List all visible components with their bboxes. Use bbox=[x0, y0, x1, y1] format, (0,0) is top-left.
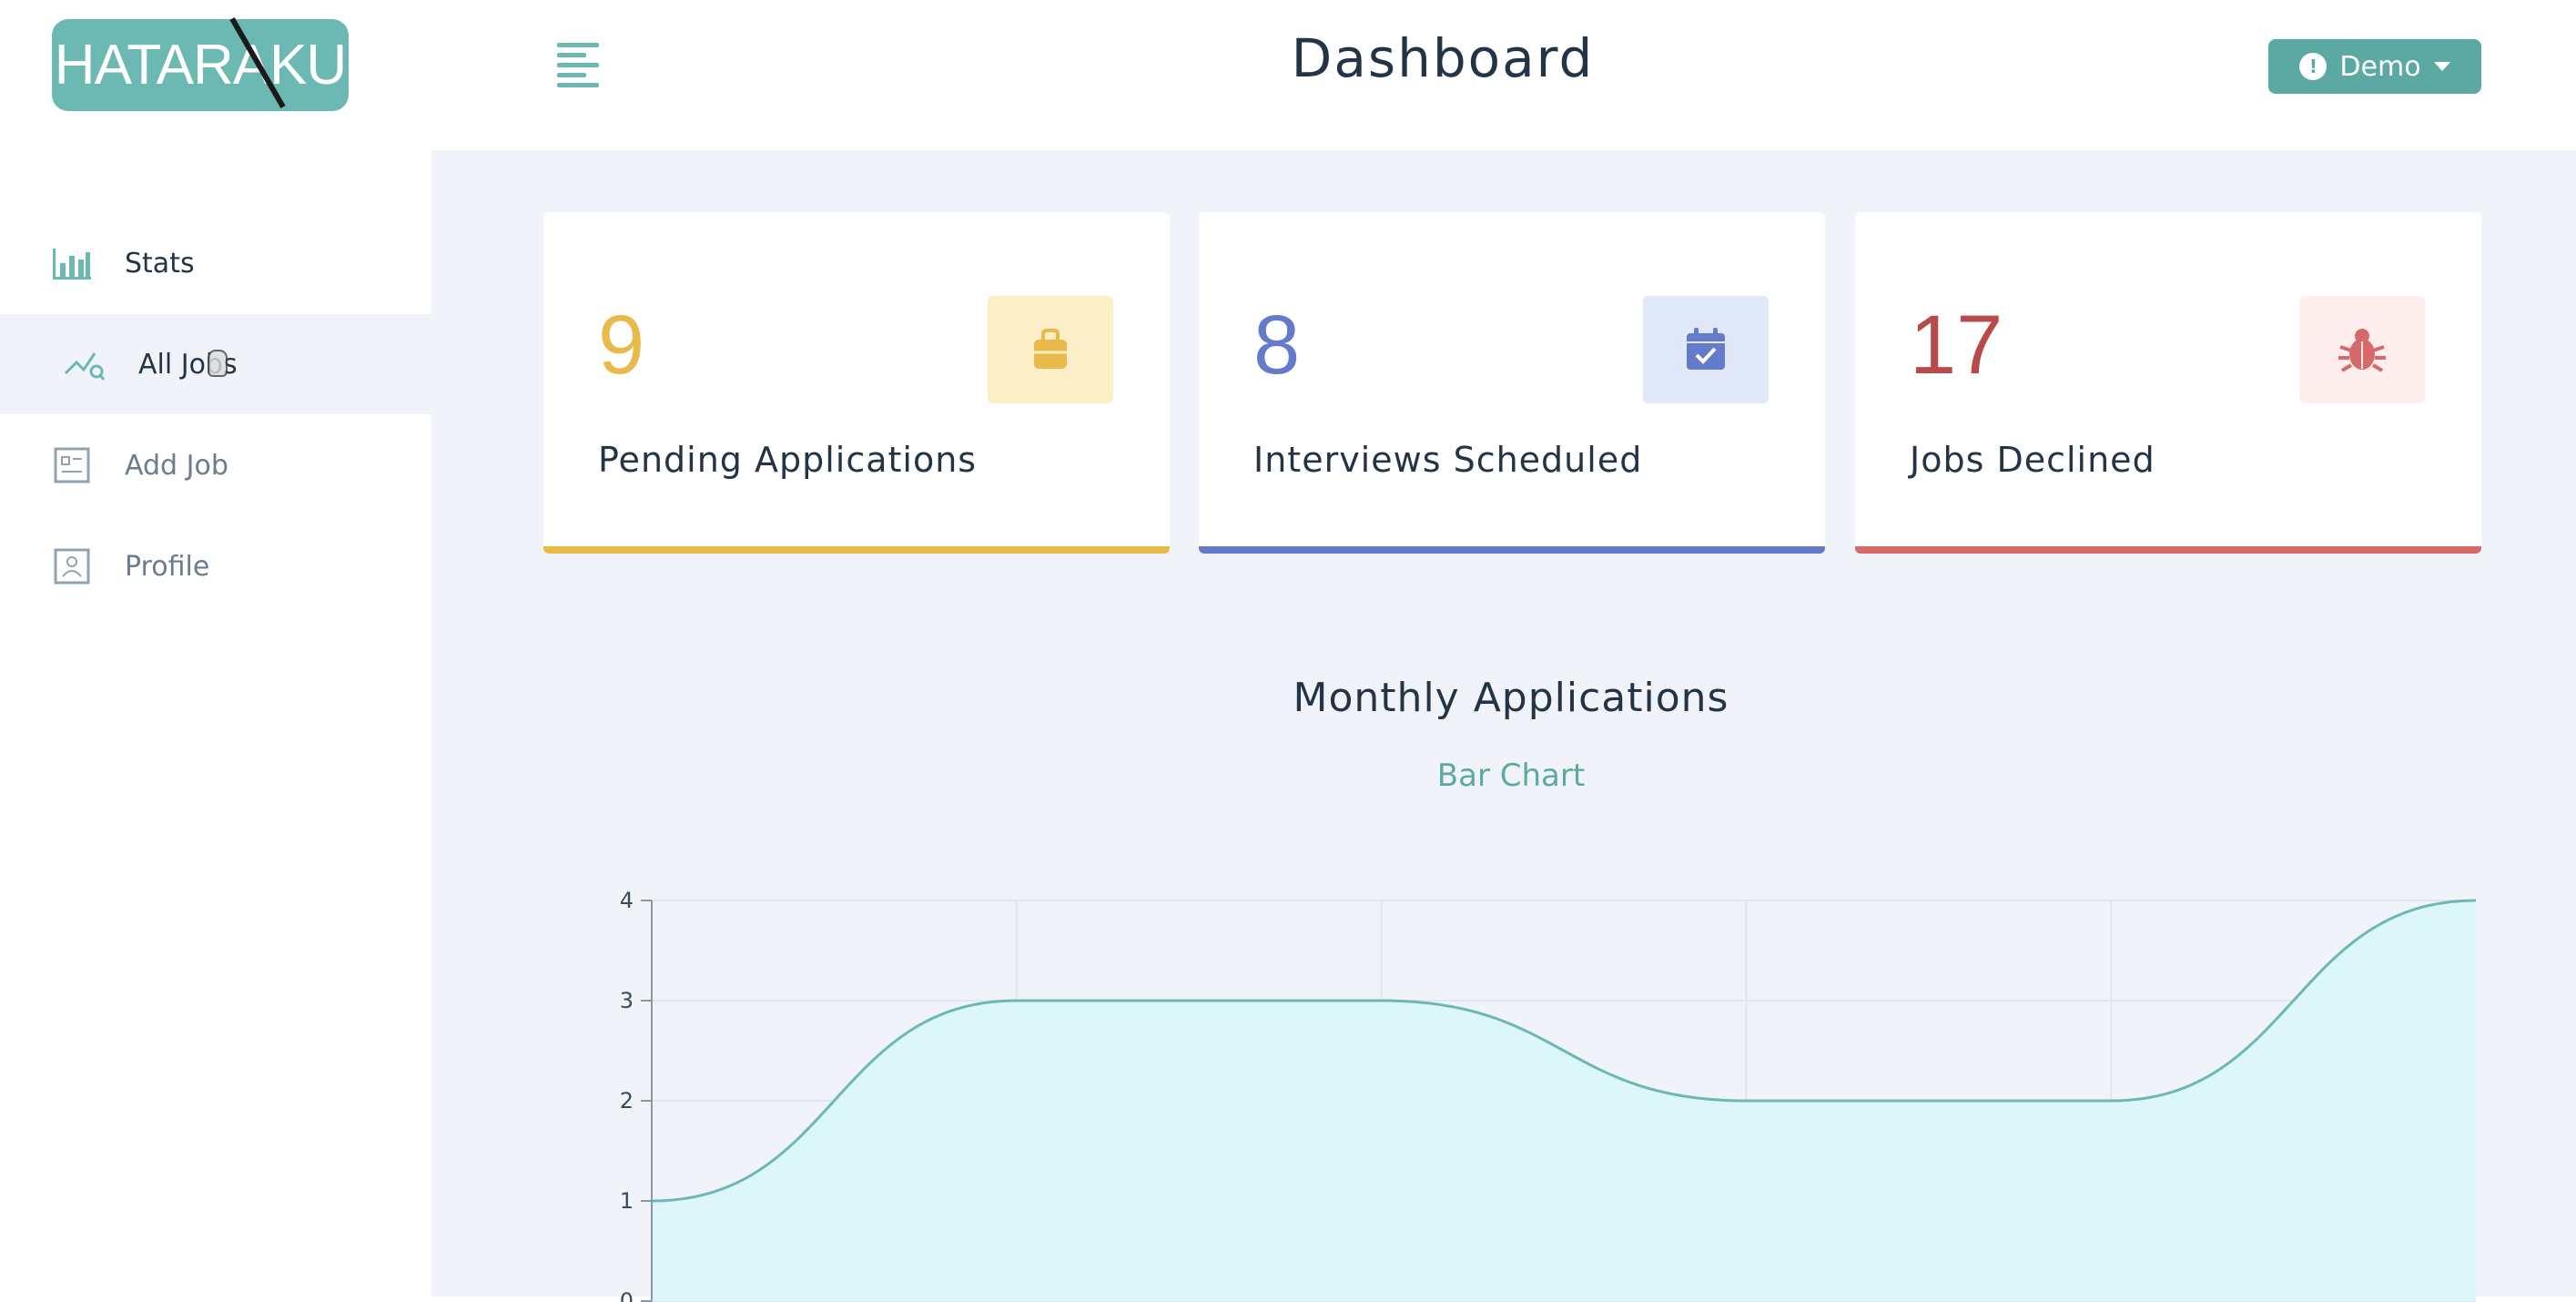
y-tick-label: 3 bbox=[620, 988, 634, 1013]
stat-label: Pending Applications bbox=[598, 440, 978, 480]
sidebar-item-stats[interactable]: Stats bbox=[0, 213, 431, 313]
sidebar-item-label: Profile bbox=[125, 550, 210, 583]
sidebar-item-all-jobs[interactable]: All Jobs bbox=[0, 314, 431, 414]
form-icon bbox=[51, 444, 93, 486]
sidebar: Stats All Jobs Add Job Profile bbox=[0, 150, 431, 1297]
menu-icon-line bbox=[557, 43, 599, 47]
y-tick-label: 0 bbox=[620, 1288, 634, 1302]
y-tick-label: 4 bbox=[620, 888, 634, 913]
sidebar-item-profile[interactable]: Profile bbox=[0, 516, 431, 616]
logo[interactable]: HATARAKU bbox=[52, 17, 349, 111]
sidebar-toggle-button[interactable] bbox=[557, 43, 606, 88]
stat-count: 17 bbox=[1910, 299, 2003, 392]
stat-count: 9 bbox=[598, 299, 645, 392]
menu-icon-line bbox=[557, 73, 586, 77]
sidebar-item-label: Stats bbox=[125, 247, 195, 280]
page-title: Dashboard bbox=[1291, 27, 1595, 89]
stat-accent-bar bbox=[1855, 546, 2481, 554]
menu-icon-line bbox=[557, 63, 599, 67]
stat-card-interviews: 8 Interviews Scheduled bbox=[1199, 212, 1825, 554]
chart-title: Monthly Applications bbox=[1293, 675, 1729, 721]
stat-label: Jobs Declined bbox=[1910, 440, 2155, 480]
suitcase-icon bbox=[988, 296, 1113, 403]
menu-icon-line bbox=[557, 83, 599, 87]
stat-card-pending: 9 Pending Applications bbox=[543, 212, 1170, 554]
id-card-icon bbox=[51, 545, 93, 587]
stat-card-declined: 17 Jobs Declined bbox=[1855, 212, 2481, 554]
user-circle-icon: ! bbox=[2299, 53, 2328, 80]
user-menu-button[interactable]: ! Demo bbox=[2268, 39, 2481, 94]
stat-accent-bar bbox=[1199, 546, 1825, 554]
bar-chart-icon bbox=[51, 242, 93, 284]
stat-count: 8 bbox=[1253, 299, 1301, 392]
sidebar-item-add-job[interactable]: Add Job bbox=[0, 415, 431, 515]
calendar-check-icon bbox=[1643, 296, 1769, 403]
chart-area-fill bbox=[652, 900, 2476, 1301]
mouse-cursor-icon bbox=[208, 350, 228, 377]
stat-accent-bar bbox=[543, 546, 1170, 554]
y-tick-label: 1 bbox=[620, 1188, 634, 1214]
chart-type-toggle-button[interactable]: Bar Chart bbox=[1329, 758, 1693, 794]
monthly-applications-chart: 0 1 2 3 4 bbox=[620, 888, 2476, 1302]
menu-icon-line bbox=[557, 53, 586, 57]
logo-text: HATARAKU bbox=[54, 34, 347, 97]
caret-down-icon bbox=[2433, 62, 2450, 71]
stat-label: Interviews Scheduled bbox=[1253, 440, 1643, 480]
bug-icon bbox=[2299, 296, 2425, 403]
y-tick-label: 2 bbox=[620, 1088, 634, 1114]
sidebar-item-label: Add Job bbox=[125, 449, 228, 482]
user-name: Demo bbox=[2339, 50, 2421, 83]
query-stats-icon bbox=[64, 343, 106, 385]
